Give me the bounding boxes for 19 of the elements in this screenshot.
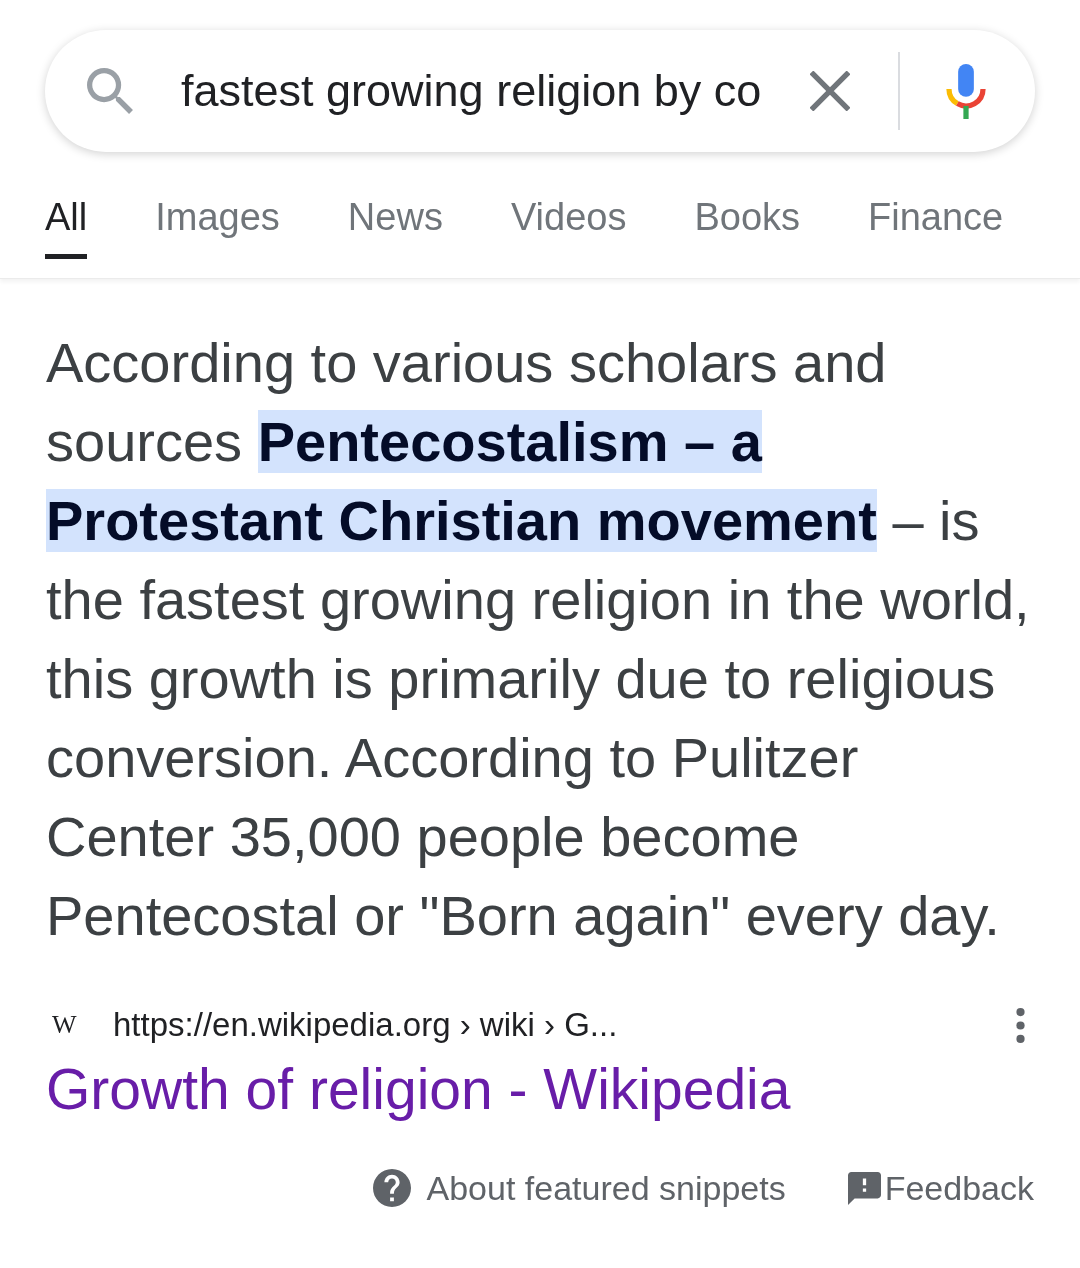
source-url: https://en.wikipedia.org › wiki › G... (113, 1005, 618, 1045)
help-icon (372, 1169, 411, 1207)
site-favicon: W (52, 1010, 78, 1040)
tab[interactable]: Videos (510, 195, 627, 259)
search-input[interactable]: fastest growing religion by co (181, 57, 771, 125)
about-snippets-button[interactable]: About featured snippets (372, 1167, 786, 1209)
tab[interactable]: All (45, 195, 88, 259)
close-icon (810, 71, 850, 111)
snippet-text: According to various scholars and sources Pentecostalism – a Protestant Christian movement – is the fastest growing religion in the world, this growth is primarily due to religious conversion. According to Pulitzer Center 35,000 people become Pentecostal or "Born again" every day. (45, 330, 1031, 949)
more-vertical-icon (1015, 1007, 1025, 1043)
search-icon (87, 68, 133, 114)
tab[interactable]: News (347, 195, 443, 259)
tab[interactable]: Images (155, 195, 280, 259)
feedback-button[interactable]: Feedback (847, 1167, 1034, 1209)
tab[interactable]: Finance (868, 195, 1004, 259)
feedback-icon (847, 1171, 881, 1205)
microphone-icon[interactable] (946, 63, 986, 119)
result-title-link[interactable]: Growth of religion - Wikipedia (46, 1055, 791, 1123)
tab[interactable]: Books (694, 195, 801, 259)
